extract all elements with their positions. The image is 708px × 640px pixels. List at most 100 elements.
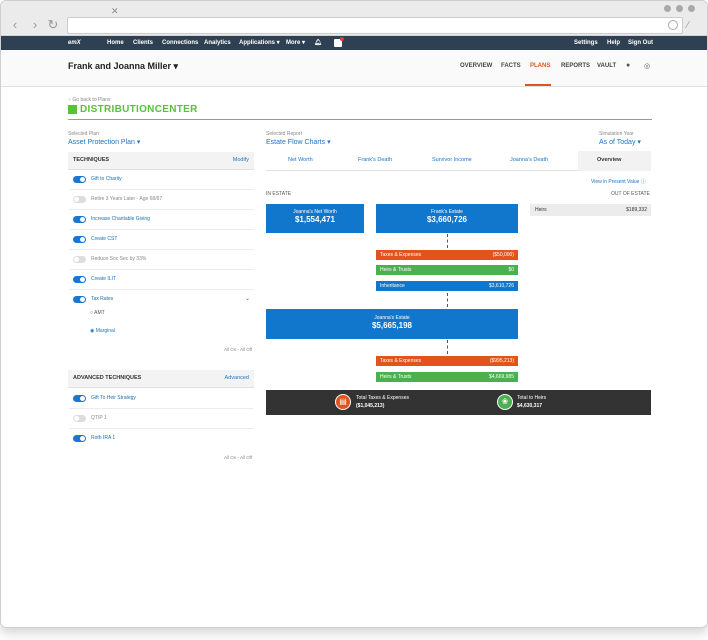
brand-logo[interactable]: emX (68, 36, 81, 50)
out-of-estate-row: Heirs $189,332 (530, 204, 651, 216)
radio-marginal[interactable]: ◉ Marginal (90, 328, 115, 334)
technique-toggle[interactable] (73, 435, 86, 442)
flow-connector (447, 340, 448, 354)
all-on-off-toggle[interactable]: All On - All Off (224, 347, 252, 352)
client-name[interactable]: Frank and Joanna Miller ▾ (68, 61, 178, 72)
totals-bar: ▤ Total Taxes & Expenses ($1,045,213) ❀ … (266, 390, 651, 415)
forward-arrow-icon[interactable]: › (27, 15, 43, 35)
technique-toggle[interactable] (73, 276, 86, 283)
technique-row[interactable]: Gift to Charity (69, 170, 254, 190)
modify-link[interactable]: Modify (233, 157, 249, 163)
taxes-expenses-bar[interactable]: Taxes & Expenses ($50,000) (376, 250, 518, 260)
top-navigation: emX Home Clients Connections Analytics A… (1, 36, 707, 50)
nav-home[interactable]: Home (107, 36, 124, 50)
calendar-icon[interactable] (334, 37, 344, 47)
bar-label: Inheritance (380, 283, 405, 289)
technique-row[interactable]: Reduce Soc Sec by 33% (69, 250, 254, 270)
technique-toggle[interactable] (73, 236, 86, 243)
inheritance-bar[interactable]: Inheritance $3,610,726 (376, 281, 518, 291)
tab-reports[interactable]: REPORTS (561, 63, 590, 69)
report-tab-survivor-income[interactable]: Survivor Income (432, 157, 472, 163)
technique-row[interactable]: Increase Charitable Giving (69, 210, 254, 230)
total-heirs-label: Total to Heirs (517, 395, 547, 401)
nav-applications[interactable]: Applications ▾ (239, 36, 280, 50)
distribution-center-icon (68, 105, 77, 114)
window-dot-icon (664, 5, 671, 12)
technique-toggle[interactable] (73, 216, 86, 223)
report-tabs: Net Worth Frank's Death Survivor Income … (266, 151, 651, 171)
total-taxes-value: ($1,045,213) (356, 403, 385, 409)
advanced-techniques-header: ADVANCED TECHNIQUES Advanced (68, 370, 254, 388)
technique-row[interactable]: Retire 3 Years Later - Age 68/67 (69, 190, 254, 210)
technique-row[interactable]: Create ILIT (69, 270, 254, 290)
advanced-all-on-off-toggle[interactable]: All On - All Off (224, 455, 252, 460)
advanced-technique-row[interactable]: Roth IRA 1 (69, 429, 254, 449)
browser-menu-icon[interactable]: ∕ (687, 20, 699, 32)
tab-plans[interactable]: PLANS (530, 63, 550, 69)
technique-toggle[interactable] (73, 196, 86, 203)
nav-connections[interactable]: Connections (162, 36, 198, 50)
nav-analytics[interactable]: Analytics (204, 36, 231, 50)
simulation-year-dropdown[interactable]: As of Today ▾ (599, 138, 641, 146)
flow-connector (447, 293, 448, 307)
report-tab-overview: Overview (597, 157, 622, 163)
back-to-plans-link[interactable]: ○ Go back to Plans (68, 97, 111, 103)
tab-overview[interactable]: OVERVIEW (460, 63, 492, 69)
selected-plan-dropdown[interactable]: Asset Protection Plan ▾ (68, 138, 140, 146)
nav-settings[interactable]: Settings (574, 36, 598, 50)
title-divider (68, 119, 652, 120)
frank-estate-box[interactable]: Frank's Estate $3,660,726 (376, 204, 518, 233)
close-tab-icon[interactable]: ✕ (111, 6, 121, 16)
technique-row[interactable]: Tax Rates ⌄ (69, 290, 254, 310)
advanced-technique-row[interactable]: QTIP 1 (69, 409, 254, 429)
radio-amt[interactable]: ○ AMT (90, 310, 105, 316)
heirs-trusts-bar[interactable]: Heirs & Trusts $0 (376, 265, 518, 275)
back-link-text: Go back to Plans (72, 97, 111, 103)
technique-label: Retire 3 Years Later - Age 68/67 (91, 196, 163, 202)
bell-icon[interactable]: 🔔︎ (314, 36, 322, 50)
tab-vault[interactable]: VAULT (597, 63, 616, 69)
present-value-text: View in Present Value (591, 179, 640, 185)
globe-icon[interactable]: ◎ (644, 62, 650, 70)
calculator-icon: ▤ (335, 394, 351, 410)
back-arrow-icon[interactable]: ‹ (7, 15, 23, 35)
report-tab-overview-active[interactable]: Overview (578, 151, 651, 171)
simulation-year-value: As of Today (599, 139, 636, 146)
technique-toggle[interactable] (73, 296, 86, 303)
report-tab-franks-death[interactable]: Frank's Death (358, 157, 392, 163)
reload-icon[interactable]: ↻ (45, 15, 61, 35)
notification-badge (340, 37, 344, 41)
technique-toggle[interactable] (73, 395, 86, 402)
nav-sign-out[interactable]: Sign Out (628, 36, 653, 50)
bar-value: ($50,000) (492, 252, 514, 258)
report-tab-net-worth[interactable]: Net Worth (288, 157, 313, 163)
advanced-technique-row[interactable]: Gift To Heir Strategy (69, 389, 254, 409)
heirs-icon: ❀ (497, 394, 513, 410)
tab-facts[interactable]: FACTS (501, 63, 521, 69)
person-icon[interactable]: ● (626, 62, 630, 69)
technique-label: Tax Rates (91, 296, 114, 302)
technique-toggle[interactable] (73, 256, 86, 263)
in-estate-label: IN ESTATE (266, 191, 292, 197)
bar-value: $0 (508, 267, 514, 273)
technique-toggle[interactable] (73, 415, 86, 422)
out-row-label: Heirs (535, 207, 547, 213)
report-tab-joannas-death[interactable]: Joanna's Death (510, 157, 548, 163)
bar-label: Heirs & Trusts (380, 267, 412, 273)
nav-help[interactable]: Help (607, 36, 620, 50)
taxes-expenses-bar[interactable]: Taxes & Expenses ($995,213) (376, 356, 518, 366)
advanced-link[interactable]: Advanced (225, 375, 249, 381)
joanna-estate-box[interactable]: Joanna's Estate $5,665,198 (266, 309, 518, 339)
technique-row[interactable]: Create CST (69, 230, 254, 250)
heirs-trusts-bar[interactable]: Heirs & Trusts $4,669,985 (376, 372, 518, 382)
selected-report-dropdown[interactable]: Estate Flow Charts ▾ (266, 138, 331, 146)
present-value-link[interactable]: View in Present Value ⓘ (591, 178, 646, 185)
address-bar[interactable] (67, 17, 683, 34)
nav-clients[interactable]: Clients (133, 36, 153, 50)
technique-toggle[interactable] (73, 176, 86, 183)
chevron-down-icon[interactable]: ⌄ (245, 295, 250, 302)
selected-plan-value: Asset Protection Plan (68, 139, 135, 146)
selected-report-value: Estate Flow Charts (266, 139, 326, 146)
nav-more[interactable]: More ▾ (286, 36, 305, 50)
joanna-net-worth-box[interactable]: Joanna's Net Worth $1,554,471 (266, 204, 364, 233)
